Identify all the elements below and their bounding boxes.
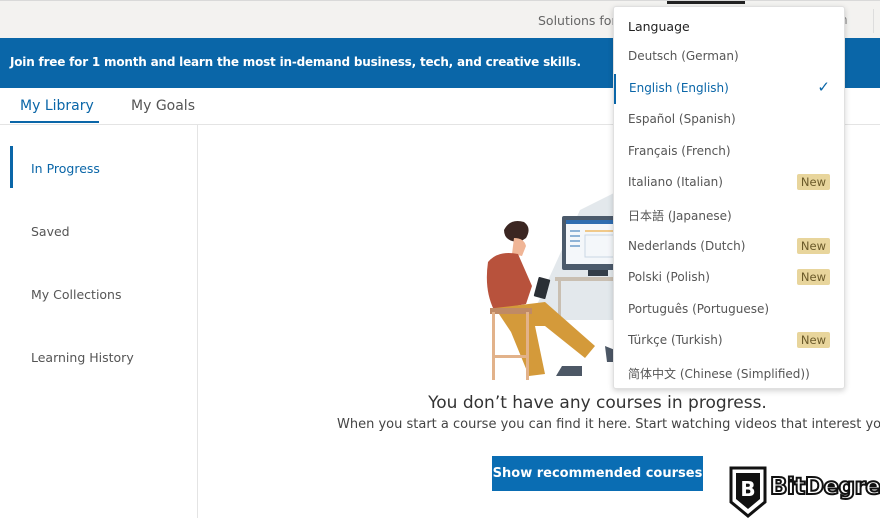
language-option-italiano-italian[interactable]: Italiano (Italian) New <box>614 168 844 198</box>
topbar-divider <box>873 9 874 33</box>
language-button-active-indicator <box>667 1 745 4</box>
svg-text:B: B <box>740 477 755 501</box>
language-option-polski-polish[interactable]: Polski (Polish) New <box>614 263 844 293</box>
language-option-label: 日本語 (Japanese) <box>628 209 732 223</box>
active-item-marker <box>10 146 13 188</box>
language-dropdown: Language Deutsch (German) English (Englis… <box>613 6 845 389</box>
show-recommended-courses-button[interactable]: Show recommended courses <box>492 456 703 491</box>
language-option-japanese[interactable]: 日本語 (Japanese) <box>614 200 844 230</box>
selected-indicator <box>614 73 616 104</box>
language-option-english-english[interactable]: English (English) ✓ <box>614 73 844 104</box>
language-option-label: Nederlands (Dutch) <box>628 238 746 253</box>
bitdegree-watermark: B BitDegree <box>728 466 880 518</box>
language-option-espa-ol-spanish[interactable]: Español (Spanish) <box>614 105 844 135</box>
sidebar-item-my-collections[interactable]: My Collections <box>31 287 122 302</box>
language-option-label: Türkçe (Turkish) <box>628 333 723 348</box>
sidebar-item-saved[interactable]: Saved <box>31 224 70 239</box>
promo-banner-text: Join free for 1 month and learn the most… <box>10 55 581 69</box>
tab-my-library[interactable]: My Library <box>20 98 94 114</box>
bitdegree-shield-icon: B <box>729 466 767 518</box>
new-badge: New <box>796 237 830 254</box>
language-option-fran-ais-french[interactable]: Français (French) <box>614 137 844 167</box>
language-option-label: Português (Portuguese) <box>628 301 770 316</box>
language-option-label: English (English) <box>629 80 729 95</box>
active-tab-underline <box>10 121 99 123</box>
library-sidebar: In Progress Saved My Collections Learnin… <box>0 125 198 518</box>
new-badge: New <box>796 269 830 286</box>
solutions-for-label: Solutions for: <box>538 13 621 28</box>
language-option-label: Français (French) <box>628 143 731 158</box>
sidebar-item-learning-history[interactable]: Learning History <box>31 350 134 365</box>
new-badge: New <box>796 332 830 349</box>
language-option-portugu-s-portuguese[interactable]: Português (Portuguese) <box>614 295 844 325</box>
language-option-deutsch-german[interactable]: Deutsch (German) <box>614 42 844 72</box>
empty-state-illustration <box>486 190 620 380</box>
language-option-nederlands-dutch[interactable]: Nederlands (Dutch) New <box>614 232 844 262</box>
language-option-t-rk-e-turkish[interactable]: Türkçe (Turkish) New <box>614 326 844 356</box>
person-shirt <box>486 253 532 310</box>
language-option-label: Español (Spanish) <box>628 112 736 127</box>
language-option-label: Deutsch (German) <box>628 49 739 63</box>
language-option-label: 简体中文 (Chinese (Simplified)) <box>628 367 810 381</box>
new-badge: New <box>796 174 830 191</box>
language-option-label: Italiano (Italian) <box>628 175 723 190</box>
sidebar-item-in-progress[interactable]: In Progress <box>31 161 100 176</box>
empty-state-subtitle: When you start a course you can find it … <box>337 417 880 432</box>
bitdegree-wordmark: BitDegree <box>769 473 880 501</box>
tab-my-goals[interactable]: My Goals <box>131 98 195 114</box>
language-option-label: Polski (Polish) <box>628 270 710 285</box>
language-menu-header: Language <box>628 19 690 34</box>
checkmark-icon: ✓ <box>817 77 830 96</box>
empty-state-title: You don’t have any courses in progress. <box>428 393 767 413</box>
language-option-chinese-simplified[interactable]: 简体中文 (Chinese (Simplified)) <box>614 358 844 388</box>
